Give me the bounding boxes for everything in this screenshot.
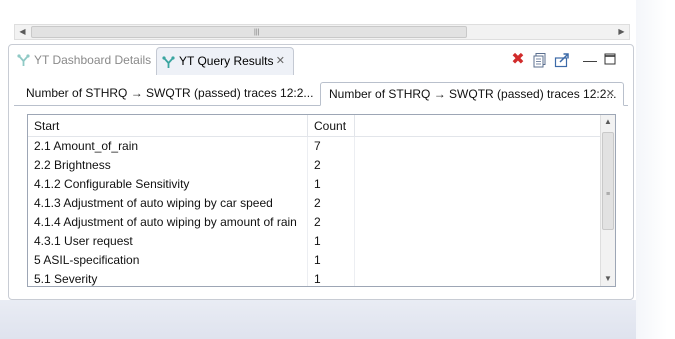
maximize-icon[interactable] — [602, 52, 618, 68]
start-cell: 4.1.4 Adjustment of auto wiping by amoun… — [28, 213, 308, 232]
count-cell: 1 — [308, 175, 355, 194]
query-tab-active[interactable]: Number of STHRQ → SWQTR (passed) traces … — [320, 82, 624, 106]
minimize-icon[interactable]: — — [582, 52, 598, 68]
remove-icon[interactable]: ✖ — [510, 52, 526, 68]
count-cell: 7 — [308, 137, 355, 156]
filler-cell — [355, 251, 602, 270]
top-editor-area: ◀ ||| ▶ — [0, 0, 636, 48]
query-tab[interactable]: Number of STHRQ → SWQTR (passed) traces … — [18, 82, 321, 106]
horizontal-scrollbar[interactable]: ◀ ||| ▶ — [14, 24, 630, 40]
close-tab-icon[interactable]: ✕ — [606, 83, 615, 105]
start-cell: 4.1.3 Adjustment of auto wiping by car s… — [28, 194, 308, 213]
table-row[interactable]: 4.3.1 User request 1 — [28, 232, 602, 251]
filler-cell — [355, 270, 602, 286]
scroll-grip-icon: ≡ — [606, 191, 611, 198]
vertical-scrollbar[interactable]: ▲ ≡ ▼ — [600, 115, 615, 286]
table-body: 2.1 Amount_of_rain 7 2.2 Brightness 2 4.… — [28, 137, 602, 286]
yt-query-icon — [162, 56, 175, 68]
table-row[interactable]: 5 ASIL-specification 1 — [28, 251, 602, 270]
scroll-right-arrow-icon[interactable]: ▶ — [614, 25, 629, 39]
vertical-scroll-thumb[interactable]: ≡ — [602, 132, 614, 230]
copy-icon[interactable] — [532, 52, 548, 68]
start-cell: 4.3.1 User request — [28, 232, 308, 251]
window-edge — [636, 0, 675, 339]
scroll-grip-icon: ||| — [254, 29, 260, 36]
view-tab-bar: YT Dashboard Details YT Query Results ✕ … — [8, 44, 634, 75]
workbench-background — [0, 300, 636, 339]
table-row[interactable]: 4.1.4 Adjustment of auto wiping by amoun… — [28, 213, 602, 232]
filler-cell — [355, 213, 602, 232]
start-cell: 5.1 Severity — [28, 270, 308, 286]
view-toolbar: ✖ — — [510, 52, 622, 70]
start-cell: 2.1 Amount_of_rain — [28, 137, 308, 156]
filler-cell — [355, 194, 602, 213]
start-cell: 4.1.2 Configurable Sensitivity — [28, 175, 308, 194]
yt-query-icon — [17, 54, 30, 66]
table-row[interactable]: 2.1 Amount_of_rain 7 — [28, 137, 602, 156]
column-header-start[interactable]: Start — [28, 115, 308, 137]
table-header: Start Count — [28, 115, 602, 137]
tab-yt-query-results[interactable]: YT Query Results ✕ — [156, 47, 294, 75]
column-header-filler — [355, 115, 602, 137]
count-cell: 1 — [308, 232, 355, 251]
start-cell: 2.2 Brightness — [28, 156, 308, 175]
table-row[interactable]: 5.1 Severity 1 — [28, 270, 602, 286]
tab-label: YT Query Results — [179, 54, 274, 68]
table-row[interactable]: 4.1.3 Adjustment of auto wiping by car s… — [28, 194, 602, 213]
results-table: Start Count 2.1 Amount_of_rain 7 2.2 Bri… — [27, 114, 616, 287]
filler-cell — [355, 137, 602, 156]
close-tab-icon[interactable]: ✕ — [276, 48, 285, 75]
query-tab-label: Number of STHRQ → SWQTR (passed) traces … — [329, 87, 617, 101]
count-cell: 2 — [308, 194, 355, 213]
count-cell: 2 — [308, 156, 355, 175]
query-tab-label: Number of STHRQ → SWQTR (passed) traces … — [26, 86, 314, 100]
scroll-left-arrow-icon[interactable]: ◀ — [15, 25, 30, 39]
count-cell: 1 — [308, 251, 355, 270]
tab-label: YT Dashboard Details — [34, 53, 152, 67]
filler-cell — [355, 156, 602, 175]
column-header-count[interactable]: Count — [308, 115, 355, 137]
table-row[interactable]: 2.2 Brightness 2 — [28, 156, 602, 175]
tab-yt-dashboard-details[interactable]: YT Dashboard Details — [12, 48, 151, 72]
filler-cell — [355, 232, 602, 251]
start-cell: 5 ASIL-specification — [28, 251, 308, 270]
count-cell: 2 — [308, 213, 355, 232]
export-icon[interactable] — [554, 52, 570, 68]
scroll-up-arrow-icon[interactable]: ▲ — [601, 115, 615, 129]
count-cell: 1 — [308, 270, 355, 286]
horizontal-scroll-thumb[interactable]: ||| — [31, 26, 467, 38]
query-tab-row: Number of STHRQ → SWQTR (passed) traces … — [14, 80, 628, 106]
scroll-down-arrow-icon[interactable]: ▼ — [601, 272, 615, 286]
table-row[interactable]: 4.1.2 Configurable Sensitivity 1 — [28, 175, 602, 194]
filler-cell — [355, 175, 602, 194]
